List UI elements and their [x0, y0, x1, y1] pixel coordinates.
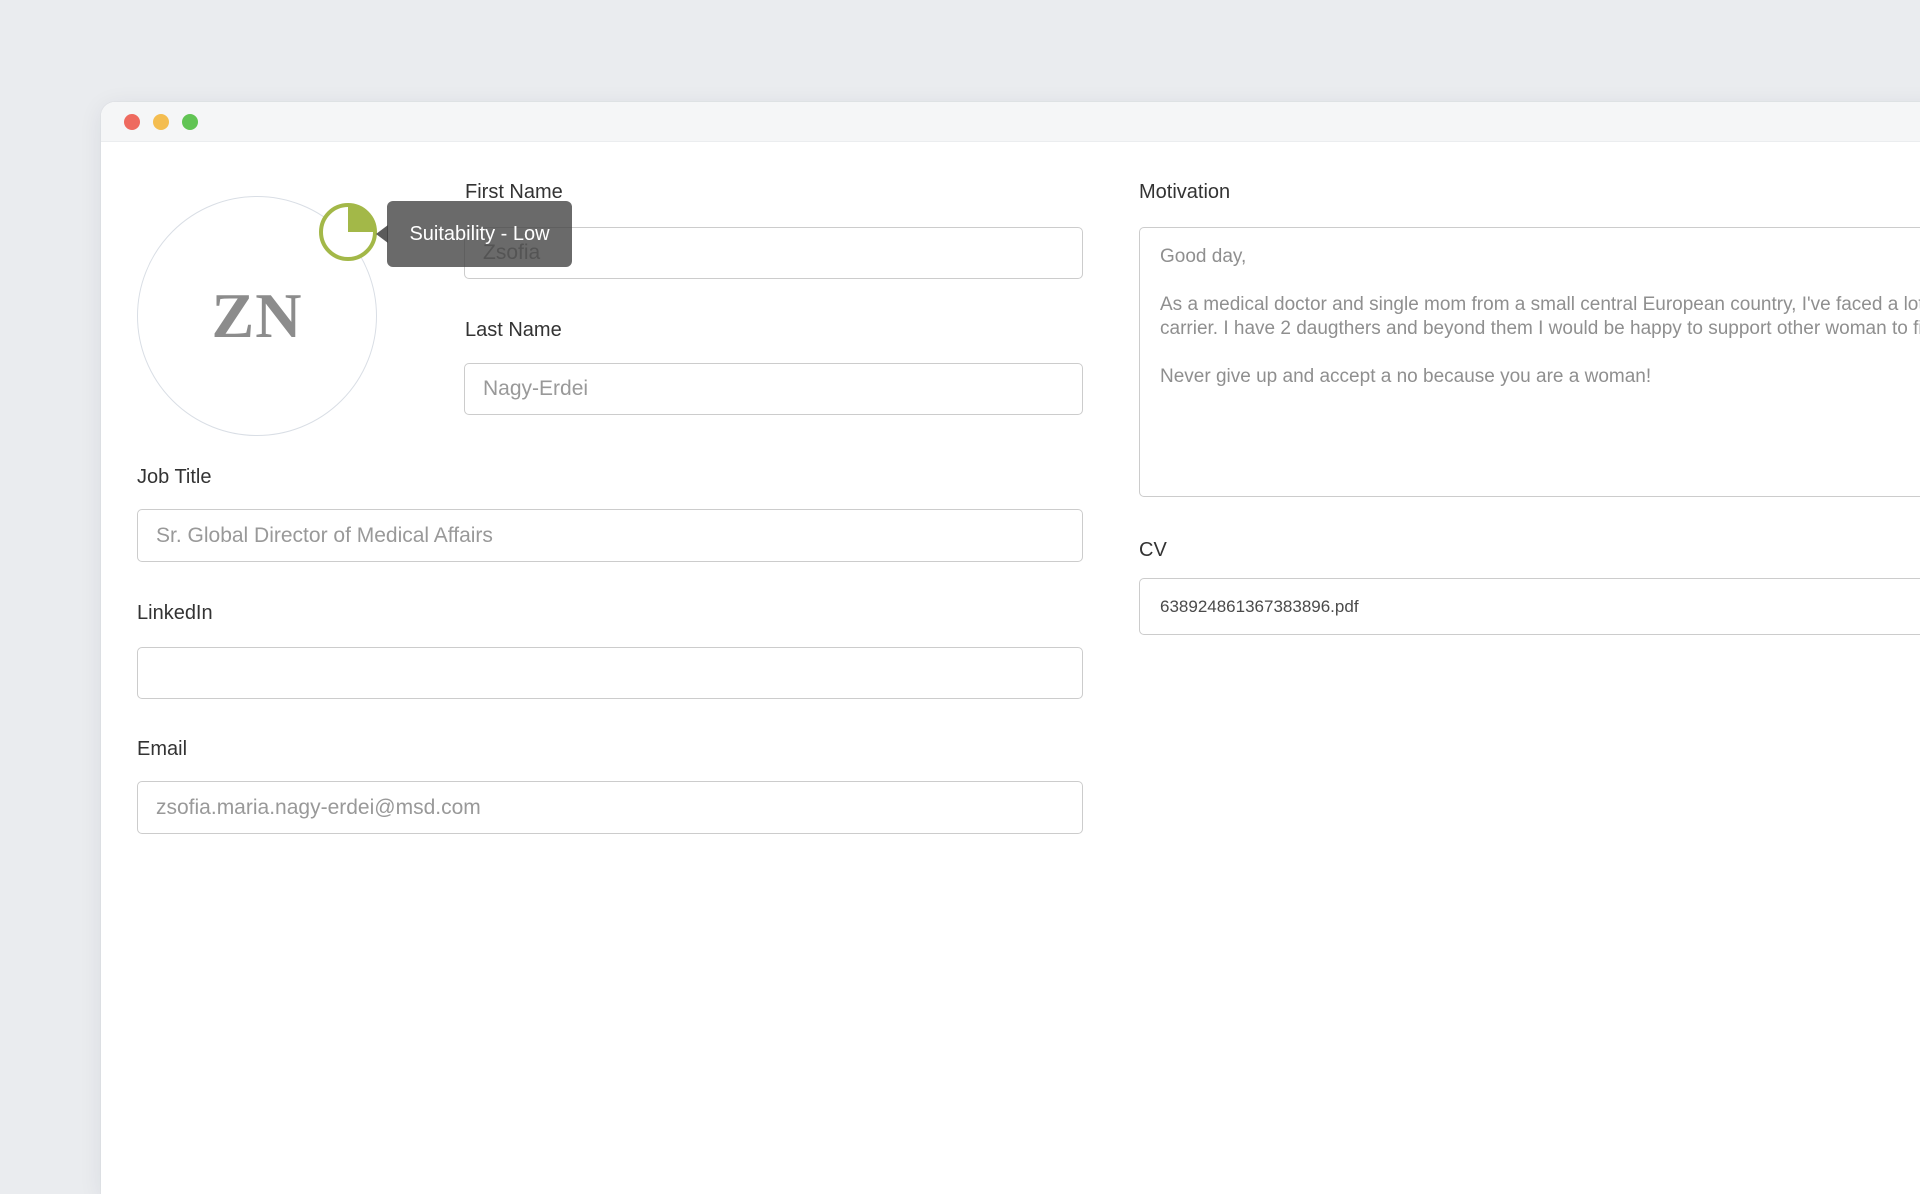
- cv-file-name: 638924861367383896.pdf: [1160, 597, 1359, 617]
- job-title-label: Job Title: [137, 466, 211, 490]
- cv-file-item[interactable]: 638924861367383896.pdf: [1139, 578, 1920, 635]
- maximize-button[interactable]: [182, 114, 198, 130]
- suitability-tooltip-label: Suitability - Low: [409, 223, 549, 246]
- last-name-label: Last Name: [465, 319, 562, 343]
- minimize-button[interactable]: [153, 114, 169, 130]
- motivation-label: Motivation: [1139, 181, 1230, 205]
- tooltip-arrow-icon: [376, 225, 388, 243]
- motivation-textarea[interactable]: Good day, As a medical doctor and single…: [1139, 227, 1920, 497]
- email-label: Email: [137, 738, 187, 762]
- cv-label: CV: [1139, 539, 1167, 563]
- close-button[interactable]: [124, 114, 140, 130]
- email-input[interactable]: [137, 781, 1083, 834]
- app-window: ZN Suitability - Low First Name Last Nam…: [101, 102, 1920, 1194]
- suitability-pie-icon[interactable]: [318, 202, 378, 262]
- linkedin-input[interactable]: [137, 647, 1083, 699]
- job-title-input[interactable]: [137, 509, 1083, 562]
- linkedin-label: LinkedIn: [137, 602, 213, 626]
- window-titlebar: [101, 102, 1920, 142]
- last-name-input[interactable]: [464, 363, 1083, 415]
- avatar-initials: ZN: [212, 279, 303, 353]
- suitability-tooltip: Suitability - Low: [387, 201, 572, 267]
